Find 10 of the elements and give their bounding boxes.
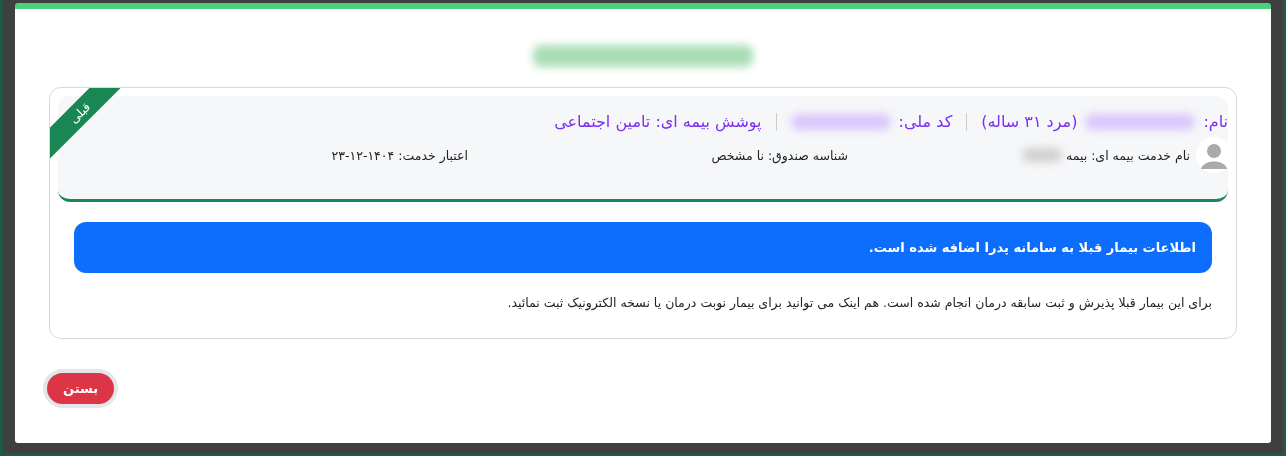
name-label: نام: (1203, 112, 1228, 131)
detail-text: اعتبار خدمت: ۱۴۰۴-۱۲-۲۳ (331, 147, 468, 163)
national-code-label: کد ملی: (898, 112, 953, 131)
age-gender: (مرد ۳۱ ساله) (981, 112, 1078, 131)
redacted-insurer (1022, 148, 1062, 162)
detail-text: نام خدمت بیمه ای: بیمه (1066, 147, 1190, 163)
info-message: برای این بیمار قبلا پذیرش و ثبت سابقه درمان انجام شده است. هم اینک می توانید برای بیمار نوبت درمان یا نسخه الکترونیک ثبت نمائید. (506, 295, 1212, 310)
insurance-coverage: پوشش بیمه ای: تامین اجتماعی (554, 112, 762, 131)
detail-text: شناسه صندوق: نا مشخص (711, 147, 848, 163)
info-alert: اطلاعات بیمار قبلا به سامانه پدرا اضافه شده است. (74, 222, 1212, 273)
